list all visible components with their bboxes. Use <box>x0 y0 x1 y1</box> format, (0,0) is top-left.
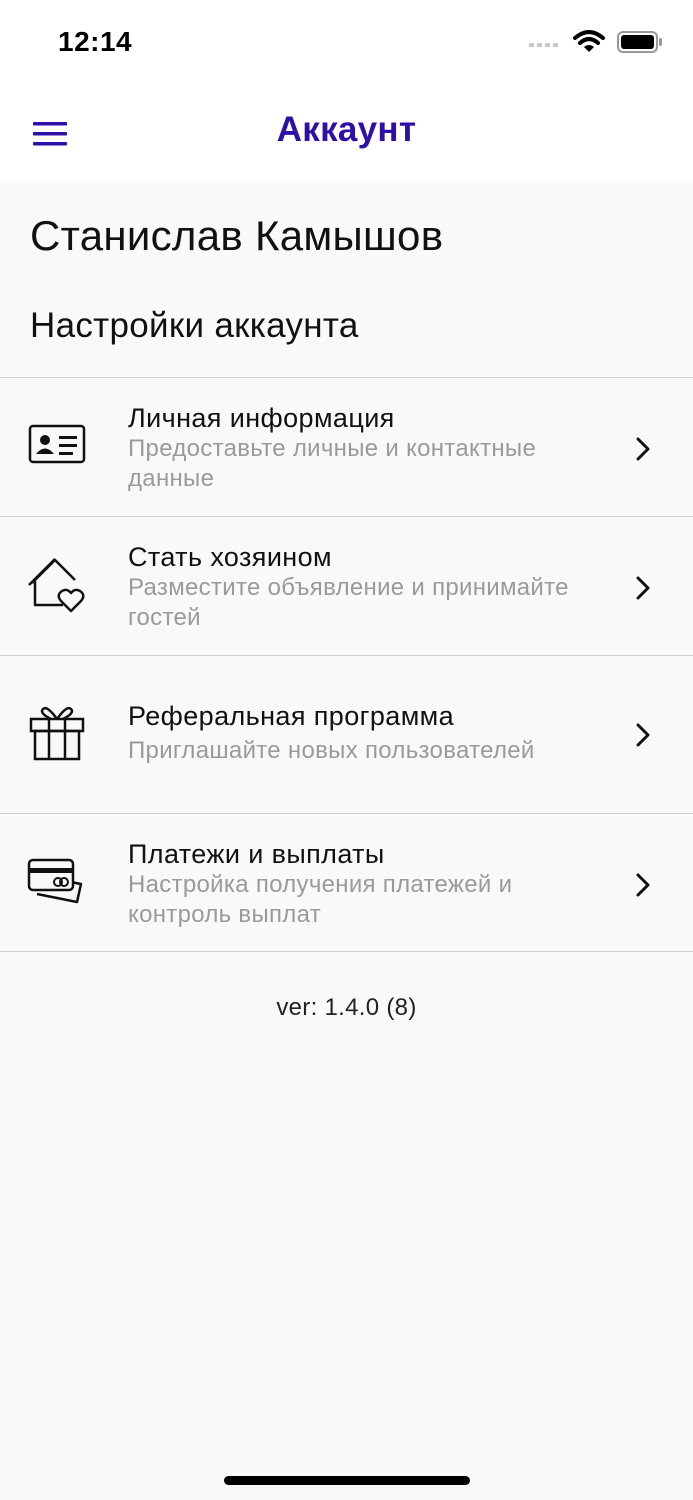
settings-item-personal-info[interactable]: Личная информация Предоставьте личные и … <box>0 378 693 517</box>
settings-item-text: Личная информация Предоставьте личные и … <box>128 402 608 494</box>
credit-cards-icon <box>27 852 87 912</box>
settings-item-title: Личная информация <box>128 403 395 433</box>
settings-item-title: Стать хозяином <box>128 542 332 572</box>
home-indicator[interactable] <box>224 1476 470 1485</box>
settings-item-text: Реферальная программа Приглашайте новых … <box>128 700 608 766</box>
house-heart-icon <box>27 555 87 615</box>
status-icons <box>529 30 663 54</box>
user-name: Станислав Камышов <box>30 212 444 259</box>
settings-item-subtitle: Приглашайте новых пользователей <box>128 737 535 764</box>
status-bar: 12:14 <box>0 0 693 88</box>
settings-item-subtitle: Разместите объявление и принимайте госте… <box>128 574 569 631</box>
chevron-right-icon <box>633 720 653 750</box>
wifi-icon <box>573 30 605 52</box>
battery-icon <box>617 31 662 53</box>
settings-item-text: Платежи и выплаты Настройка получения пл… <box>128 838 608 930</box>
section-title: Настройки аккаунта <box>30 306 359 345</box>
chevron-right-icon <box>633 434 653 464</box>
cellular-signal-icon <box>529 43 558 47</box>
id-card-icon <box>27 414 87 474</box>
navigation-bar: Аккаунт <box>0 88 693 183</box>
status-time: 12:14 <box>58 26 133 57</box>
chevron-right-icon <box>633 870 653 900</box>
account-screen: 12:14 Аккаунт Станислав Камышов Настройк… <box>0 0 693 1500</box>
gift-icon <box>27 701 87 761</box>
settings-item-payments[interactable]: Платежи и выплаты Настройка получения пл… <box>0 814 693 952</box>
settings-item-referral[interactable]: Реферальная программа Приглашайте новых … <box>0 656 693 814</box>
settings-item-title: Реферальная программа <box>128 701 455 731</box>
settings-item-subtitle: Настройка получения платежей и контроль … <box>128 871 513 928</box>
settings-list: Личная информация Предоставьте личные и … <box>0 377 693 952</box>
chevron-right-icon <box>633 573 653 603</box>
page-title: Аккаунт <box>276 110 417 149</box>
settings-item-become-host[interactable]: Стать хозяином Разместите объявление и п… <box>0 517 693 656</box>
settings-item-text: Стать хозяином Разместите объявление и п… <box>128 541 608 633</box>
app-version: ver: 1.4.0 (8) <box>276 994 417 1021</box>
settings-item-title: Платежи и выплаты <box>128 839 385 869</box>
settings-item-subtitle: Предоставьте личные и контактные данные <box>128 435 537 492</box>
